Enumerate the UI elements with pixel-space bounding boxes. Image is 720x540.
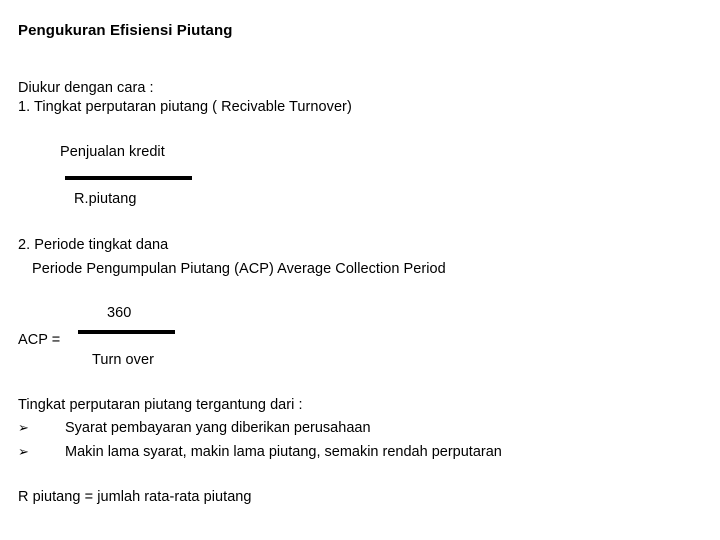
turnover-fraction-rule xyxy=(65,176,192,180)
list-item-label: Makin lama syarat, makin lama piutang, s… xyxy=(65,444,502,460)
intro-line-1: Diukur dengan cara : xyxy=(18,80,154,96)
acp-denominator: Turn over xyxy=(92,352,154,368)
depends-heading: Tingkat perputaran piutang tergantung da… xyxy=(18,397,303,413)
section-two-line-1: 2. Periode tingkat dana xyxy=(18,237,169,253)
list-item-label: Syarat pembayaran yang diberikan perusah… xyxy=(65,420,371,436)
acp-fraction-rule xyxy=(78,330,175,334)
list-item: ➢ Makin lama syarat, makin lama piutang, … xyxy=(18,444,502,460)
page-title: Pengukuran Efisiensi Piutang xyxy=(18,22,233,39)
intro-line-2: 1. Tingkat perputaran piutang ( Recivabl… xyxy=(18,99,352,115)
turnover-numerator: Penjualan kredit xyxy=(60,144,165,160)
turnover-denominator: R.piutang xyxy=(74,191,137,207)
closing-note: R piutang = jumlah rata-rata piutang xyxy=(18,489,252,505)
section-two-line-2: Periode Pengumpulan Piutang (ACP) Averag… xyxy=(32,261,446,277)
arrowhead-bullet-icon: ➢ xyxy=(18,421,29,436)
list-item: ➢ Syarat pembayaran yang diberikan perusa… xyxy=(18,420,371,436)
arrowhead-bullet-icon: ➢ xyxy=(18,445,29,460)
acp-label: ACP = xyxy=(18,332,61,348)
slide-canvas: Pengukuran Efisiensi Piutang Diukur deng… xyxy=(0,0,720,540)
acp-numerator: 360 xyxy=(107,305,132,321)
